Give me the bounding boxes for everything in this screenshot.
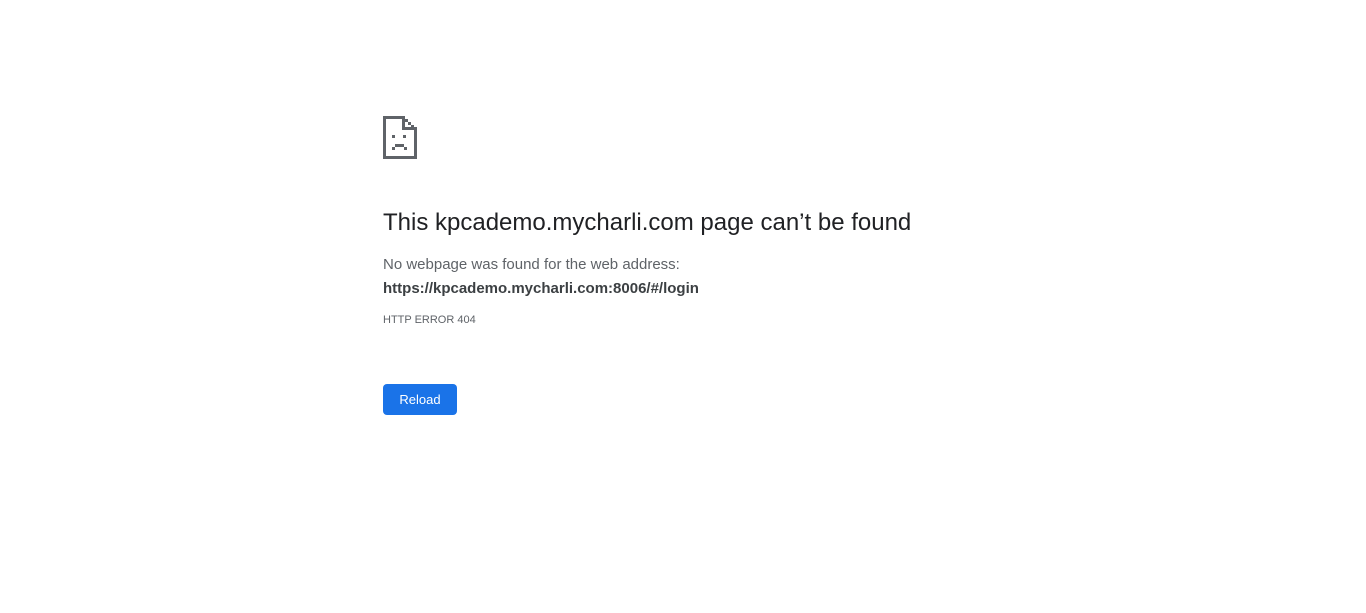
sad-page-icon: [383, 116, 417, 159]
error-page: This kpcademo.mycharli.com page can’t be…: [0, 0, 1366, 613]
error-content: This kpcademo.mycharli.com page can’t be…: [383, 116, 1023, 415]
reload-button[interactable]: Reload: [383, 384, 457, 415]
error-message: No webpage was found for the web address…: [383, 256, 680, 273]
error-code: HTTP ERROR 404: [383, 314, 476, 326]
error-url: https://kpcademo.mycharli.com:8006/#/log…: [383, 280, 699, 297]
page-title: This kpcademo.mycharli.com page can’t be…: [383, 209, 912, 236]
